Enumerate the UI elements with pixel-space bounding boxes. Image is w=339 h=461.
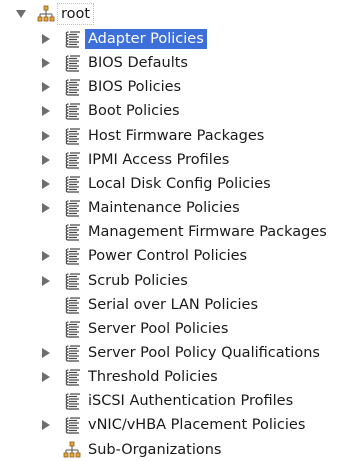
tree-item-label[interactable]: Boot Policies	[85, 101, 183, 121]
tree-root-label[interactable]: root	[57, 3, 95, 25]
tree-item[interactable]: iSCSI Authentication Profiles	[0, 390, 339, 412]
tree-item[interactable]: Host Firmware Packages	[0, 125, 339, 147]
policy-tree: root Adapter Policies BIOS Defaults BIOS P…	[0, 0, 339, 461]
tree-item-label[interactable]: Local Disk Config Policies	[85, 174, 274, 194]
tree-item[interactable]: Scrub Policies	[0, 270, 339, 292]
org-hierarchy-icon	[37, 5, 55, 23]
tree-item-label[interactable]: IPMI Access Profiles	[85, 150, 232, 170]
tree-item[interactable]: Power Control Policies	[0, 245, 339, 267]
collapsed-arrow-icon[interactable]	[40, 347, 52, 359]
tree-item[interactable]: vNIC/vHBA Placement Policies	[0, 414, 339, 436]
tree-item[interactable]: Serial over LAN Policies	[0, 294, 339, 316]
tree-item-label[interactable]: BIOS Defaults	[85, 53, 191, 73]
tree-item[interactable]: BIOS Policies	[0, 76, 339, 98]
collapsed-arrow-icon[interactable]	[40, 371, 52, 383]
tree-item-label[interactable]: Maintenance Policies	[85, 198, 243, 218]
policy-stack-icon	[64, 127, 82, 145]
collapsed-arrow-icon[interactable]	[40, 419, 52, 431]
collapsed-arrow-icon[interactable]	[40, 178, 52, 190]
tree-item-label[interactable]: Serial over LAN Policies	[85, 295, 261, 315]
tree-item[interactable]: Adapter Policies	[0, 28, 339, 50]
tree-item[interactable]: Boot Policies	[0, 100, 339, 122]
tree-item[interactable]: IPMI Access Profiles	[0, 149, 339, 171]
collapsed-arrow-icon[interactable]	[40, 275, 52, 287]
policy-stack-icon	[64, 30, 82, 48]
tree-item[interactable]: Local Disk Config Policies	[0, 173, 339, 195]
collapsed-arrow-icon[interactable]	[40, 130, 52, 142]
tree-item-label[interactable]: Sub-Organizations	[85, 440, 225, 460]
policy-stack-icon	[64, 102, 82, 121]
tree-item[interactable]: Management Firmware Packages	[0, 221, 339, 243]
collapsed-arrow-icon[interactable]	[40, 105, 52, 117]
collapsed-arrow-icon[interactable]	[40, 81, 52, 93]
collapsed-arrow-icon[interactable]	[40, 154, 52, 166]
tree-item-label[interactable]: Power Control Policies	[85, 246, 250, 266]
policy-stack-icon	[64, 416, 82, 435]
expanded-arrow-icon[interactable]	[15, 8, 27, 20]
tree-item-label[interactable]: Scrub Policies	[85, 271, 191, 291]
policy-stack-icon	[64, 296, 82, 314]
policy-stack-icon	[64, 272, 82, 290]
collapsed-arrow-icon[interactable]	[40, 202, 52, 214]
tree-item-label[interactable]: vNIC/vHBA Placement Policies	[85, 415, 308, 435]
tree-item-label-selected[interactable]: Adapter Policies	[85, 29, 207, 49]
policy-stack-icon	[64, 368, 82, 386]
policy-stack-icon	[64, 199, 82, 217]
tree-item-label[interactable]: Threshold Policies	[85, 367, 221, 387]
org-hierarchy-icon	[63, 441, 81, 459]
tree-item-label[interactable]: Management Firmware Packages	[85, 222, 330, 242]
policy-stack-icon	[64, 54, 82, 72]
policy-stack-icon	[64, 392, 82, 410]
tree-item[interactable]: Server Pool Policies	[0, 318, 339, 340]
tree-item-label[interactable]: BIOS Policies	[85, 77, 184, 97]
tree-item[interactable]: Threshold Policies	[0, 366, 339, 388]
policy-stack-icon	[64, 223, 82, 241]
policy-stack-icon	[64, 151, 82, 169]
tree-item-label[interactable]: iSCSI Authentication Profiles	[85, 391, 296, 411]
policy-stack-icon	[64, 78, 82, 96]
tree-item-label[interactable]: Server Pool Policies	[85, 319, 231, 339]
tree-root-row[interactable]: root	[0, 3, 339, 25]
policy-stack-icon	[64, 175, 82, 193]
policy-stack-icon	[64, 247, 82, 265]
collapsed-arrow-icon[interactable]	[40, 250, 52, 262]
tree-item-label[interactable]: Host Firmware Packages	[85, 126, 267, 146]
tree-item[interactable]: Sub-Organizations	[0, 439, 339, 461]
tree-item-label[interactable]: Server Pool Policy Qualifications	[85, 343, 323, 363]
policy-stack-icon	[64, 320, 82, 338]
tree-item[interactable]: BIOS Defaults	[0, 52, 339, 74]
tree-item[interactable]: Maintenance Policies	[0, 197, 339, 219]
tree-item[interactable]: Server Pool Policy Qualifications	[0, 342, 339, 364]
collapsed-arrow-icon[interactable]	[40, 57, 52, 69]
collapsed-arrow-icon[interactable]	[40, 33, 52, 45]
policy-stack-icon	[64, 344, 82, 362]
